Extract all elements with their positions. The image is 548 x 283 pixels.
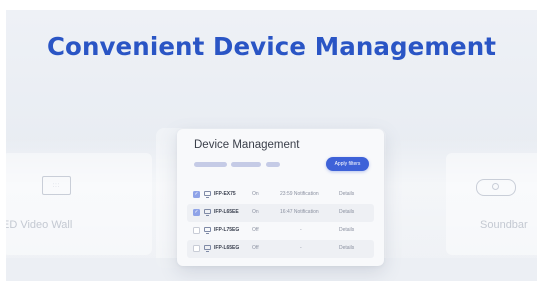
soundbar-label: Soundbar (480, 219, 528, 231)
panel-title: Device Management (194, 139, 300, 151)
display-icon (204, 209, 211, 216)
row-checkbox[interactable] (193, 227, 200, 234)
device-row[interactable]: ✓ IFP-L65EE On 16:47 Notification Detail… (187, 204, 374, 222)
device-name: IFP-L65EG (214, 245, 240, 251)
device-notification: - (300, 227, 302, 233)
device-name: IFP-L75EG (214, 227, 240, 233)
video-wall-icon: ::: (42, 176, 71, 195)
device-list: ✓ IFP-EX75 On 23:59 Notification Details… (187, 186, 374, 258)
device-notification: - (300, 245, 302, 251)
soundbar-icon (476, 179, 516, 196)
details-link[interactable]: Details (339, 209, 354, 215)
device-status: On (252, 191, 259, 197)
headline: Convenient Device Management (46, 32, 497, 61)
device-row[interactable]: IFP-L65EG Off - Details (187, 240, 374, 258)
row-checkbox[interactable]: ✓ (193, 191, 200, 198)
device-notification: 16:47 Notification (280, 209, 319, 215)
device-row[interactable]: IFP-L75EG Off - Details (187, 222, 374, 240)
details-link[interactable]: Details (339, 245, 354, 251)
device-notification: 23:59 Notification (280, 191, 319, 197)
device-status: On (252, 209, 259, 215)
device-name: IFP-L65EE (214, 209, 239, 215)
background-card-left (6, 153, 152, 255)
device-row[interactable]: ✓ IFP-EX75 On 23:59 Notification Details (187, 186, 374, 204)
row-checkbox[interactable]: ✓ (193, 209, 200, 216)
device-status: Off (252, 245, 259, 251)
filter-chip[interactable] (266, 162, 280, 167)
device-name: IFP-EX75 (214, 191, 236, 197)
details-link[interactable]: Details (339, 227, 354, 233)
display-icon (204, 191, 211, 198)
filter-chip[interactable] (231, 162, 261, 167)
apply-filters-button[interactable]: Apply filters (326, 157, 369, 171)
details-link[interactable]: Details (339, 191, 354, 197)
device-management-panel: Device Management Apply filters ✓ IFP-EX… (177, 129, 384, 266)
display-icon (204, 227, 211, 234)
showcase-frame: Convenient Device Management ::: ED Vide… (6, 10, 537, 281)
row-checkbox[interactable] (193, 245, 200, 252)
filter-chip[interactable] (194, 162, 227, 167)
background-card-right (446, 153, 537, 255)
video-wall-label: ED Video Wall (6, 219, 73, 231)
device-status: Off (252, 227, 259, 233)
display-icon (204, 245, 211, 252)
